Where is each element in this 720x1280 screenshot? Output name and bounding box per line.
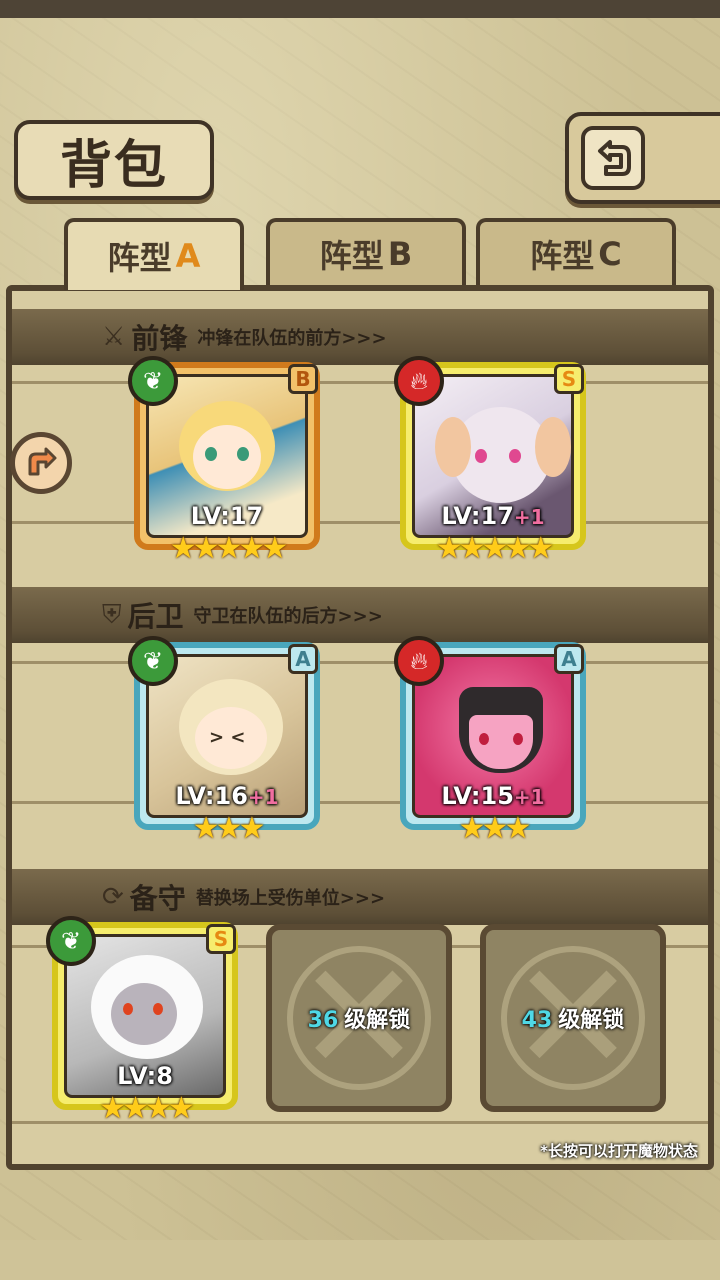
divider <box>12 521 708 524</box>
leaf-element-icon: ❦ <box>128 356 178 406</box>
locked-slot-1[interactable]: ✕ 36 级解锁 <box>266 924 452 1112</box>
leaf-element-icon: ❦ <box>46 916 96 966</box>
monster-face <box>469 715 533 769</box>
star-rating: ★★★ <box>458 811 532 846</box>
monster-level: LV:16+1 <box>175 782 279 810</box>
back-arrow-icon <box>598 140 631 176</box>
unlock-label: 36 级解锁 <box>307 1008 411 1033</box>
rank-badge: S <box>206 924 236 954</box>
tab-label: 阵型 <box>530 237 595 275</box>
back-title: 后卫 <box>127 600 184 633</box>
tab-formation-c[interactable]: 阵型 C <box>476 218 676 286</box>
divider <box>12 801 708 804</box>
monster-card-back-1[interactable]: > < A ❦ LV:16+1 ★★★ <box>128 636 320 846</box>
back-plate <box>565 112 720 204</box>
bottom-border <box>0 1240 720 1280</box>
monster-eye <box>153 1003 163 1015</box>
long-press-hint: *长按可以打开魔物状态 <box>540 1142 698 1160</box>
star-rating: ★★★ <box>192 811 266 846</box>
monster-eye <box>205 447 217 461</box>
sword-icon: ⚔ <box>102 322 126 352</box>
fire-element-icon: 🔥︎ <box>394 356 444 406</box>
monster-eye <box>513 733 523 745</box>
front-subtitle: 冲锋在队伍的前方>>> <box>197 328 387 349</box>
monster-horn <box>435 417 471 477</box>
tab-formation-b[interactable]: 阵型 B <box>266 218 466 286</box>
monster-level: LV:17 <box>190 502 264 530</box>
rank-badge: S <box>554 364 584 394</box>
tab-letter: B <box>387 235 413 273</box>
monster-eyes: > < <box>209 727 246 748</box>
monster-card-back-2[interactable]: A 🔥︎ LV:15+1 ★★★ <box>394 636 586 846</box>
back-section-header: ⛨ 后卫 守卫在队伍的后方>>> <box>12 587 708 643</box>
tab-formation-a[interactable]: 阵型 A <box>64 218 244 290</box>
swap-icon: ⟳ <box>102 882 124 912</box>
monster-eye <box>237 447 249 461</box>
leaf-element-icon: ❦ <box>128 636 178 686</box>
reserve-section-header: ⟳ 备守 替换场上受伤单位>>> <box>12 869 708 925</box>
monster-level: LV:8 <box>117 1062 173 1090</box>
fire-element-icon: 🔥︎ <box>394 636 444 686</box>
monster-eye <box>479 733 489 745</box>
unlock-label: 43 级解锁 <box>521 1008 625 1033</box>
rank-badge: A <box>288 644 318 674</box>
monster-card-reserve-1[interactable]: S ❦ LV:8 ★★★★ <box>46 916 238 1126</box>
front-section-header: ⚔ 前锋 冲锋在队伍的前方>>> <box>12 309 708 365</box>
divider <box>12 381 708 384</box>
redo-arrow-icon <box>28 447 57 476</box>
locked-slot-2[interactable]: ✕ 43 级解锁 <box>480 924 666 1112</box>
reserve-subtitle: 替换场上受伤单位>>> <box>195 888 386 909</box>
shield-icon: ⛨ <box>102 599 122 630</box>
back-subtitle: 守卫在队伍的后方>>> <box>193 606 383 627</box>
formation-tabs: 阵型 A 阵型 B 阵型 C <box>14 218 706 290</box>
monster-card-front-2[interactable]: S 🔥︎ LV:17+1 ★★★★★ <box>394 356 586 566</box>
page-title: 背包 <box>59 134 168 196</box>
monster-eye <box>509 449 521 463</box>
divider <box>12 661 708 664</box>
front-title: 前锋 <box>131 322 188 355</box>
star-rating: ★★★★ <box>99 1091 195 1126</box>
page-title-plate: 背包 <box>14 120 214 200</box>
star-rating: ★★★★★ <box>435 531 554 566</box>
monster-face <box>111 983 177 1045</box>
monster-level: LV:17+1 <box>441 502 545 530</box>
rank-badge: A <box>554 644 584 674</box>
tab-label: 阵型 <box>107 239 172 277</box>
tab-letter: C <box>598 235 622 273</box>
back-button[interactable] <box>581 126 645 190</box>
monster-card-front-1[interactable]: B ❦ LV:17 ★★★★★ <box>128 356 320 566</box>
side-arrow-button[interactable] <box>10 432 72 494</box>
monster-face <box>193 425 261 489</box>
star-rating: ★★★★★ <box>169 531 288 566</box>
reserve-title: 备守 <box>129 882 186 915</box>
monster-eye <box>475 449 487 463</box>
monster-horn <box>535 417 571 477</box>
monster-eye <box>123 1003 133 1015</box>
rank-badge: B <box>288 364 318 394</box>
tab-label: 阵型 <box>319 237 384 275</box>
tab-letter: A <box>175 237 201 275</box>
top-border <box>0 0 720 18</box>
monster-level: LV:15+1 <box>441 782 545 810</box>
